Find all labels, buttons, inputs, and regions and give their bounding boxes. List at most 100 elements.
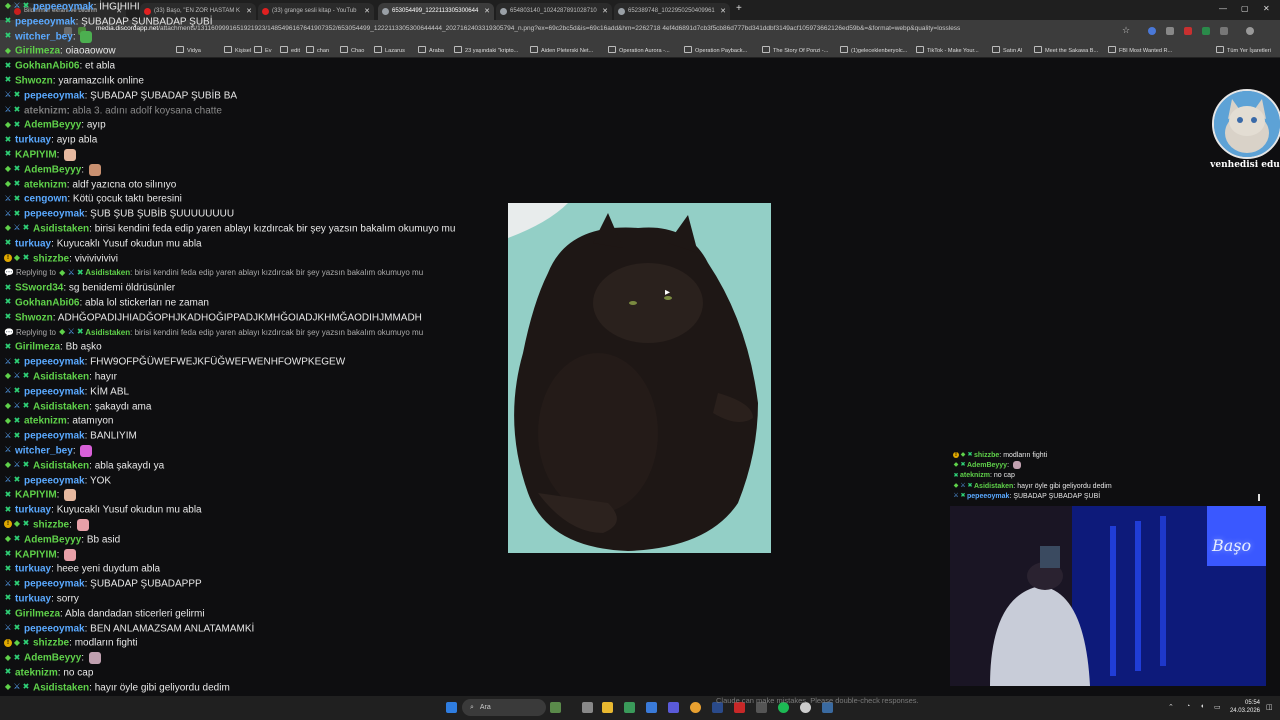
chat-message[interactable]: ⚔ ✖ pepeeoymak: FHW9OFPĞÜWEFWEJKFÜĞWEFWENH…: [4, 355, 345, 369]
chat-message[interactable]: ⚔ ✖ pepeeoymak: YOK: [4, 474, 111, 488]
battery-icon[interactable]: ▭: [1214, 703, 1221, 711]
chat-message[interactable]: ✖ turkuay: sorry: [4, 592, 79, 606]
chat-message[interactable]: ◆ ⚔ ✖ Asidistaken: abla şakaydı ya: [4, 459, 164, 473]
chat-username[interactable]: turkuay: [15, 594, 51, 605]
chat-username[interactable]: Shwozn: [15, 312, 53, 323]
chat-username[interactable]: Girilmeza: [15, 342, 60, 353]
chat-message[interactable]: ⚔ ✖ pepeeoymak: BEN ANLAMAZSAM ANLATAMAMKİ: [4, 622, 254, 636]
close-window-button[interactable]: ✕: [1263, 4, 1270, 13]
chat-username[interactable]: pepeeoymak: [24, 357, 85, 368]
chat-message[interactable]: ◆ Girilmeza: oiaoaowow: [4, 44, 116, 58]
chat-username[interactable]: cengown: [24, 194, 67, 205]
bookmark-item[interactable]: Vidya: [176, 46, 201, 54]
star-icon[interactable]: ☆: [1122, 25, 1130, 36]
extension-icon[interactable]: [1166, 27, 1174, 35]
tray-chevron-icon[interactable]: ⌃: [1168, 703, 1174, 711]
bookmark-item[interactable]: Aiden Pleterski Net...: [530, 46, 593, 54]
bookmark-item[interactable]: The Story Of Ponzi -...: [762, 46, 828, 54]
browser-tab[interactable]: 653054499_1222113305300644 ✕: [378, 3, 494, 20]
chat-username[interactable]: KAPIYIM: [15, 490, 57, 501]
chat-message[interactable]: ⚔ ✖ pepeeoymak: KİM ABL: [4, 385, 129, 399]
chat-message[interactable]: ✖ turkuay: Kuyucaklı Yusuf okudun mu abla: [4, 237, 202, 251]
chat-username[interactable]: turkuay: [15, 505, 51, 516]
start-icon[interactable]: [446, 702, 457, 713]
profile-icon[interactable]: [1246, 27, 1254, 35]
chat-message[interactable]: ✖ ateknizm: no cap: [4, 666, 94, 680]
chat-username[interactable]: AdemBeyyy: [24, 534, 81, 545]
chat-username[interactable]: Asidistaken: [33, 372, 89, 383]
extension-icon[interactable]: [1148, 27, 1156, 35]
chat-username[interactable]: pepeeoymak: [24, 386, 85, 397]
chat-message[interactable]: ◆ ⚔ ✖ Asidistaken: hayır öyle gibi geliyord…: [4, 681, 230, 695]
widget-icon[interactable]: [550, 702, 561, 713]
chat-message[interactable]: ✖ turkuay: Kuyucaklı Yusuf okudun mu abla: [4, 503, 202, 517]
chat-username[interactable]: ateknizm: [24, 416, 67, 427]
bookmark-item[interactable]: Tüm Yer İşaretleri: [1216, 46, 1271, 54]
chat-username[interactable]: turkuay: [15, 238, 51, 249]
chat-username[interactable]: AdemBeyyy: [24, 164, 81, 175]
url-field[interactable]: media.discordapp.net/attachments/1311609…: [96, 25, 1026, 32]
bookmark-item[interactable]: Operation Aurora -...: [608, 46, 670, 54]
chat-message[interactable]: ✖ witcher_bey:: [4, 30, 93, 44]
chat-username[interactable]: ateknizm: [24, 179, 67, 190]
bookmark-item[interactable]: Ev: [254, 46, 272, 54]
chat-message[interactable]: ! ◆ ✖ shizzbe: modların fighti: [4, 636, 138, 650]
chat-message[interactable]: ⚔ ✖ pepeeoymak: ŞUB ŞUB ŞUBİB ŞUUUUUUUU: [4, 207, 234, 221]
wifi-icon[interactable]: ◔: [1186, 703, 1190, 710]
chat-message[interactable]: ✖ KAPIYIM:: [4, 548, 77, 562]
maximize-button[interactable]: ▢: [1241, 4, 1249, 13]
chat-username[interactable]: Asidistaken: [33, 460, 89, 471]
extension-icon[interactable]: [1184, 27, 1192, 35]
chat-message[interactable]: ◆ ✖ AdemBeyyy: ayıp: [4, 118, 106, 132]
chat-message[interactable]: ✖ SSword34: sg benidemi öldrüsünler: [4, 281, 175, 295]
extension-icon[interactable]: [1202, 27, 1210, 35]
chat-message[interactable]: ✖ GokhanAbi06: et abla: [4, 59, 115, 73]
chat-message[interactable]: ✖ Shwozn: yaramazcılık online: [4, 74, 144, 88]
chat-message[interactable]: ◆ ✖ AdemBeyyy: Bb asid: [4, 533, 120, 547]
reply-username[interactable]: Asidistaken: [85, 328, 130, 337]
bookmark-item[interactable]: (1)geleceklenberyolc...: [840, 46, 907, 54]
minimize-button[interactable]: —: [1219, 4, 1227, 13]
chat-username[interactable]: shizzbe: [33, 520, 69, 531]
chat-username[interactable]: Asidistaken: [33, 682, 89, 693]
chat-message[interactable]: ✖ KAPIYIM:: [4, 488, 77, 502]
bookmark-item[interactable]: TikTok - Make Your...: [916, 46, 979, 54]
chat-username[interactable]: pepeeoymak: [24, 209, 85, 220]
chat-username[interactable]: turkuay: [15, 564, 51, 575]
chat-message[interactable]: ✖ Shwozn: ADHĞOPADIJHIADĞOPHJKADHOĞIPPADJ…: [4, 311, 422, 325]
chat-message[interactable]: ⚔ ✖ pepeeoymak: ŞUBADAP ŞUBADAP ŞUBİB BA: [4, 89, 237, 103]
chat-message[interactable]: ⚔ ✖ pepeeoymak: BANLIYIM: [4, 429, 136, 443]
bookmark-item[interactable]: Operation Payback...: [684, 46, 747, 54]
chat-message[interactable]: ◆ ⚔ ✖ Asidistaken: hayır: [4, 370, 117, 384]
bookmark-item[interactable]: 23 yaşındaki "kripto...: [454, 46, 518, 54]
chat-username[interactable]: pepeeoymak: [24, 90, 85, 101]
close-tab-icon[interactable]: ✕: [720, 3, 726, 20]
bookmark-item[interactable]: Chao: [340, 46, 364, 54]
chat-username[interactable]: ateknizm: [24, 105, 67, 116]
chat-message[interactable]: ✖ pepeeoymak: ŞUBADAP ŞUNBADAP ŞUBİ: [4, 15, 213, 29]
chat-message[interactable]: ! ◆ ✖ shizzbe: vivivivivivi: [4, 252, 118, 266]
scrollbar-thumb[interactable]: [1258, 494, 1260, 501]
close-tab-icon[interactable]: ✕: [484, 3, 490, 20]
chat-message[interactable]: ◆ ✖ AdemBeyyy:: [4, 163, 101, 177]
chat-message[interactable]: ⚔ witcher_bey:: [4, 444, 93, 458]
chat-message[interactable]: ✖ GokhanAbi06: abla lol stickerları ne za…: [4, 296, 209, 310]
bookmark-item[interactable]: chan: [306, 46, 329, 54]
task-view-icon[interactable]: [582, 702, 593, 713]
chat-username[interactable]: GokhanAbi06: [15, 61, 79, 72]
browser-tab[interactable]: 654803140_1024287891028710 ✕: [496, 3, 612, 20]
browser-tab[interactable]: 652389748_1022950250409961 ✕: [614, 3, 730, 20]
bookmark-item[interactable]: Meet the Sakawa B...: [1034, 46, 1098, 54]
chat-username[interactable]: Shwozn: [15, 76, 53, 87]
close-tab-icon[interactable]: ✕: [602, 3, 608, 20]
chat-username[interactable]: pepeeoymak: [24, 579, 85, 590]
reply-context[interactable]: 💬 Replying to ◆ ⚔ ✖ Asidistaken: birisi kend…: [4, 267, 423, 279]
volume-icon[interactable]: ◖: [1200, 703, 1204, 710]
chat-username[interactable]: pepeeoymak: [24, 431, 85, 442]
chat-message[interactable]: ⚔ ✖ cengown: Kötü çocuk taktı beresini: [4, 192, 181, 206]
search-input[interactable]: ⌕ Ara: [462, 699, 546, 716]
chat-username[interactable]: shizzbe: [33, 638, 69, 649]
chat-username[interactable]: KAPIYIM: [15, 150, 57, 161]
chat-username[interactable]: AdemBeyyy: [24, 653, 81, 664]
app-icon[interactable]: [624, 702, 635, 713]
